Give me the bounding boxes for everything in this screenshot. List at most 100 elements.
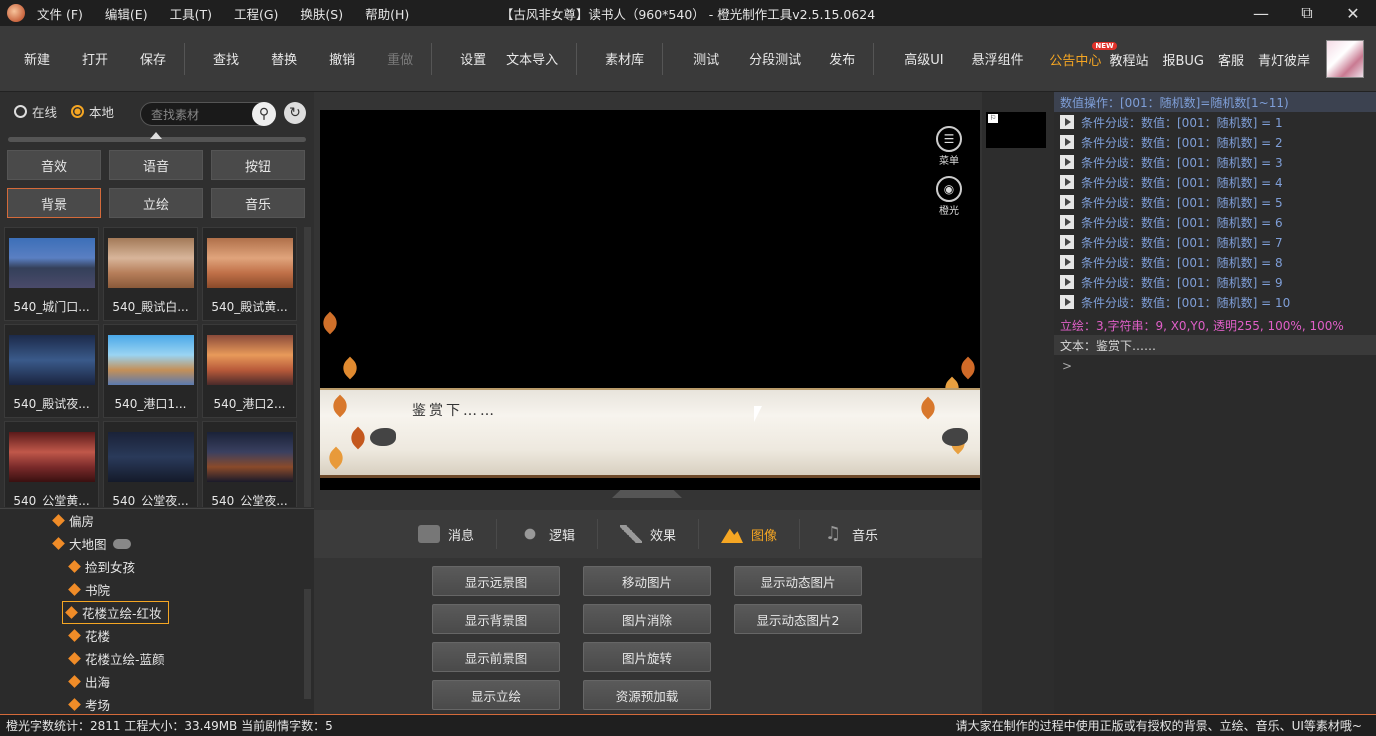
expand-icon[interactable] — [1060, 195, 1074, 209]
category-music[interactable]: 音乐 — [211, 188, 305, 218]
menu-file[interactable]: 文件 (F) — [37, 4, 83, 23]
preload-resources-button[interactable]: 资源预加载 — [583, 680, 711, 710]
asset-thumbnail[interactable]: 540_港口2... — [202, 324, 297, 418]
script-line-branch[interactable]: 条件分歧：数值：[001：随机数] = 10 — [1054, 292, 1376, 312]
asset-thumbnail[interactable]: 540_城门口... — [4, 227, 99, 321]
tree-node[interactable]: 书院 — [68, 580, 110, 599]
avatar[interactable] — [1326, 40, 1364, 78]
show-background-button[interactable]: 显示背景图 — [432, 604, 560, 634]
stage-menu-button[interactable]: ☰ 菜单 — [934, 126, 964, 167]
visibility-icon[interactable] — [112, 538, 131, 549]
asset-library-button[interactable]: 素材库 — [595, 49, 654, 68]
erase-image-button[interactable]: 图片消除 — [583, 604, 711, 634]
tab-effect[interactable]: 效果 — [598, 519, 699, 549]
text-import-button[interactable]: 文本导入 — [496, 49, 568, 68]
preview-stage[interactable]: ☰ 菜单 ◉ 橙光 鉴赏下…… — [320, 110, 980, 490]
tab-music[interactable]: ♫ 音乐 — [800, 519, 900, 549]
settings-button[interactable]: 设置 — [450, 49, 496, 68]
support-link[interactable]: 客服 — [1214, 50, 1248, 69]
segment-test-button[interactable]: 分段测试 — [739, 49, 811, 68]
tree-node[interactable]: 花楼 — [68, 626, 110, 645]
category-voice[interactable]: 语音 — [109, 150, 203, 180]
collapse-handle[interactable] — [612, 490, 682, 498]
tree-node-selected[interactable]: 花楼立绘-红妆 — [62, 601, 169, 624]
show-animated-image-2-button[interactable]: 显示动态图片2 — [734, 604, 862, 634]
script-line-branch[interactable]: 条件分歧：数值：[001：随机数] = 7 — [1054, 232, 1376, 252]
redo-button[interactable]: 重做 — [377, 49, 423, 68]
tab-logic[interactable]: 逻辑 — [497, 519, 598, 549]
radio-local[interactable]: 本地 — [71, 102, 114, 121]
script-line-branch[interactable]: 条件分歧：数值：[001：随机数] = 6 — [1054, 212, 1376, 232]
tab-message[interactable]: 消息 — [396, 519, 497, 549]
asset-thumbnail[interactable]: 540_港口1... — [103, 324, 198, 418]
tutorial-link[interactable]: 教程站 — [1105, 50, 1152, 69]
expand-icon[interactable] — [1060, 295, 1074, 309]
thumbnail-scrollbar[interactable] — [304, 227, 311, 507]
search-icon[interactable]: ⚲ — [252, 102, 276, 126]
show-portrait-button[interactable]: 显示立绘 — [432, 680, 560, 710]
script-line-text-selected[interactable]: 文本：鉴赏下…… — [1054, 335, 1376, 355]
restore-button[interactable]: ⧉ — [1284, 0, 1330, 26]
notice-center-link[interactable]: 公告中心 NEW — [1045, 41, 1117, 69]
script-line-branch[interactable]: 条件分歧：数值：[001：随机数] = 1 — [1054, 112, 1376, 132]
tree-node[interactable]: 考场 — [68, 695, 110, 714]
expand-icon[interactable] — [1060, 135, 1074, 149]
find-button[interactable]: 查找 — [203, 49, 249, 68]
open-button[interactable]: 打开 — [72, 49, 118, 68]
username-label[interactable]: 青灯彼岸 — [1254, 50, 1314, 69]
asset-thumbnail[interactable]: 540_公堂夜... — [103, 421, 198, 507]
move-image-button[interactable]: 移动图片 — [583, 566, 711, 596]
slider-handle[interactable] — [150, 132, 162, 139]
script-line-branch[interactable]: 条件分歧：数值：[001：随机数] = 9 — [1054, 272, 1376, 292]
asset-thumbnail[interactable]: 540_公堂夜... — [202, 421, 297, 507]
asset-thumbnail[interactable]: 540_殿试夜... — [4, 324, 99, 418]
tab-image[interactable]: 图像 — [699, 519, 801, 549]
stage-orange-button[interactable]: ◉ 橙光 — [934, 176, 964, 217]
category-sound-effects[interactable]: 音效 — [7, 150, 101, 180]
menu-edit[interactable]: 编辑(E) — [105, 4, 148, 23]
asset-thumbnail[interactable]: 540_殿试白... — [103, 227, 198, 321]
expand-icon[interactable] — [1060, 275, 1074, 289]
expand-icon[interactable] — [1060, 175, 1074, 189]
close-button[interactable]: ✕ — [1330, 0, 1376, 26]
category-portrait[interactable]: 立绘 — [109, 188, 203, 218]
script-line-branch[interactable]: 条件分歧：数值：[001：随机数] = 8 — [1054, 252, 1376, 272]
script-line-portrait[interactable]: 立绘：3,字符串：9, X0,Y0, 透明255, 100%, 100% — [1054, 315, 1376, 335]
save-button[interactable]: 保存 — [130, 49, 176, 68]
scene-preview-thumbnail[interactable]: ⚐ — [986, 112, 1046, 148]
tree-node[interactable]: 出海 — [68, 672, 110, 691]
thumb-size-slider[interactable] — [8, 132, 306, 142]
test-button[interactable]: 测试 — [683, 49, 729, 68]
show-distant-image-button[interactable]: 显示远景图 — [432, 566, 560, 596]
show-animated-image-button[interactable]: 显示动态图片 — [734, 566, 862, 596]
script-line-branch[interactable]: 条件分歧：数值：[001：随机数] = 3 — [1054, 152, 1376, 172]
advanced-ui-button[interactable]: 高级UI — [894, 49, 953, 68]
refresh-icon[interactable]: ↻ — [284, 102, 306, 124]
menu-tools[interactable]: 工具(T) — [170, 4, 212, 23]
tree-node[interactable]: 花楼立绘-蓝颜 — [68, 649, 165, 668]
tree-node[interactable]: 偏房 — [52, 511, 94, 530]
menu-help[interactable]: 帮助(H) — [365, 4, 409, 23]
floating-component-button[interactable]: 悬浮组件 — [962, 49, 1034, 68]
script-line-insert-prompt[interactable]: > — [1054, 356, 1376, 376]
expand-icon[interactable] — [1060, 235, 1074, 249]
rotate-image-button[interactable]: 图片旋转 — [583, 642, 711, 672]
expand-icon[interactable] — [1060, 115, 1074, 129]
script-line-variable-op[interactable]: 数值操作：[001：随机数]=随机数[1~11) — [1054, 92, 1376, 112]
expand-icon[interactable] — [1060, 155, 1074, 169]
asset-thumbnail[interactable]: 540_殿试黄... — [202, 227, 297, 321]
new-button[interactable]: 新建 — [14, 49, 60, 68]
script-line-branch[interactable]: 条件分歧：数值：[001：随机数] = 4 — [1054, 172, 1376, 192]
replace-button[interactable]: 替换 — [261, 49, 307, 68]
show-foreground-button[interactable]: 显示前景图 — [432, 642, 560, 672]
tree-node[interactable]: 大地图 — [52, 534, 131, 553]
report-bug-link[interactable]: 报BUG — [1158, 50, 1208, 69]
publish-button[interactable]: 发布 — [819, 49, 865, 68]
script-line-branch[interactable]: 条件分歧：数值：[001：随机数] = 5 — [1054, 192, 1376, 212]
minimize-button[interactable]: — — [1238, 0, 1284, 26]
tree-node[interactable]: 捡到女孩 — [68, 557, 135, 576]
radio-online[interactable]: 在线 — [14, 102, 57, 121]
menu-skin[interactable]: 换肤(S) — [300, 4, 343, 23]
script-line-branch[interactable]: 条件分歧：数值：[001：随机数] = 2 — [1054, 132, 1376, 152]
expand-icon[interactable] — [1060, 255, 1074, 269]
